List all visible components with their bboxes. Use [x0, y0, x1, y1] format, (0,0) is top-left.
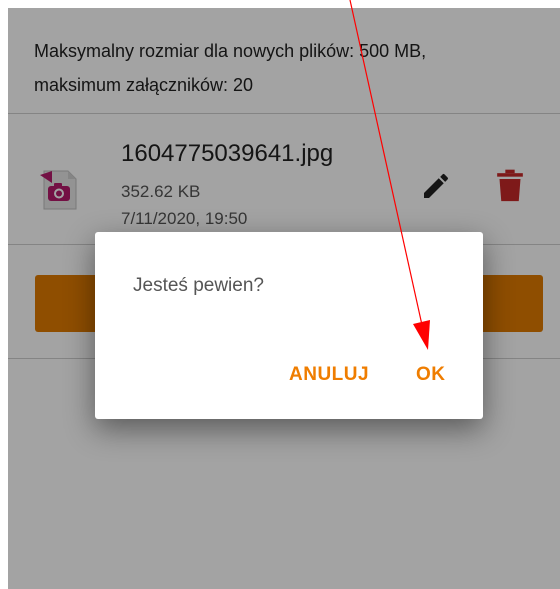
ok-button[interactable]: OK: [416, 364, 446, 386]
confirm-dialog: Jesteś pewien? ANULUJ OK: [95, 232, 483, 419]
app-screen: Maksymalny rozmiar dla nowych plików: 50…: [8, 8, 560, 589]
cancel-button[interactable]: ANULUJ: [289, 364, 369, 386]
dialog-message: Jesteś pewien?: [133, 275, 264, 296]
